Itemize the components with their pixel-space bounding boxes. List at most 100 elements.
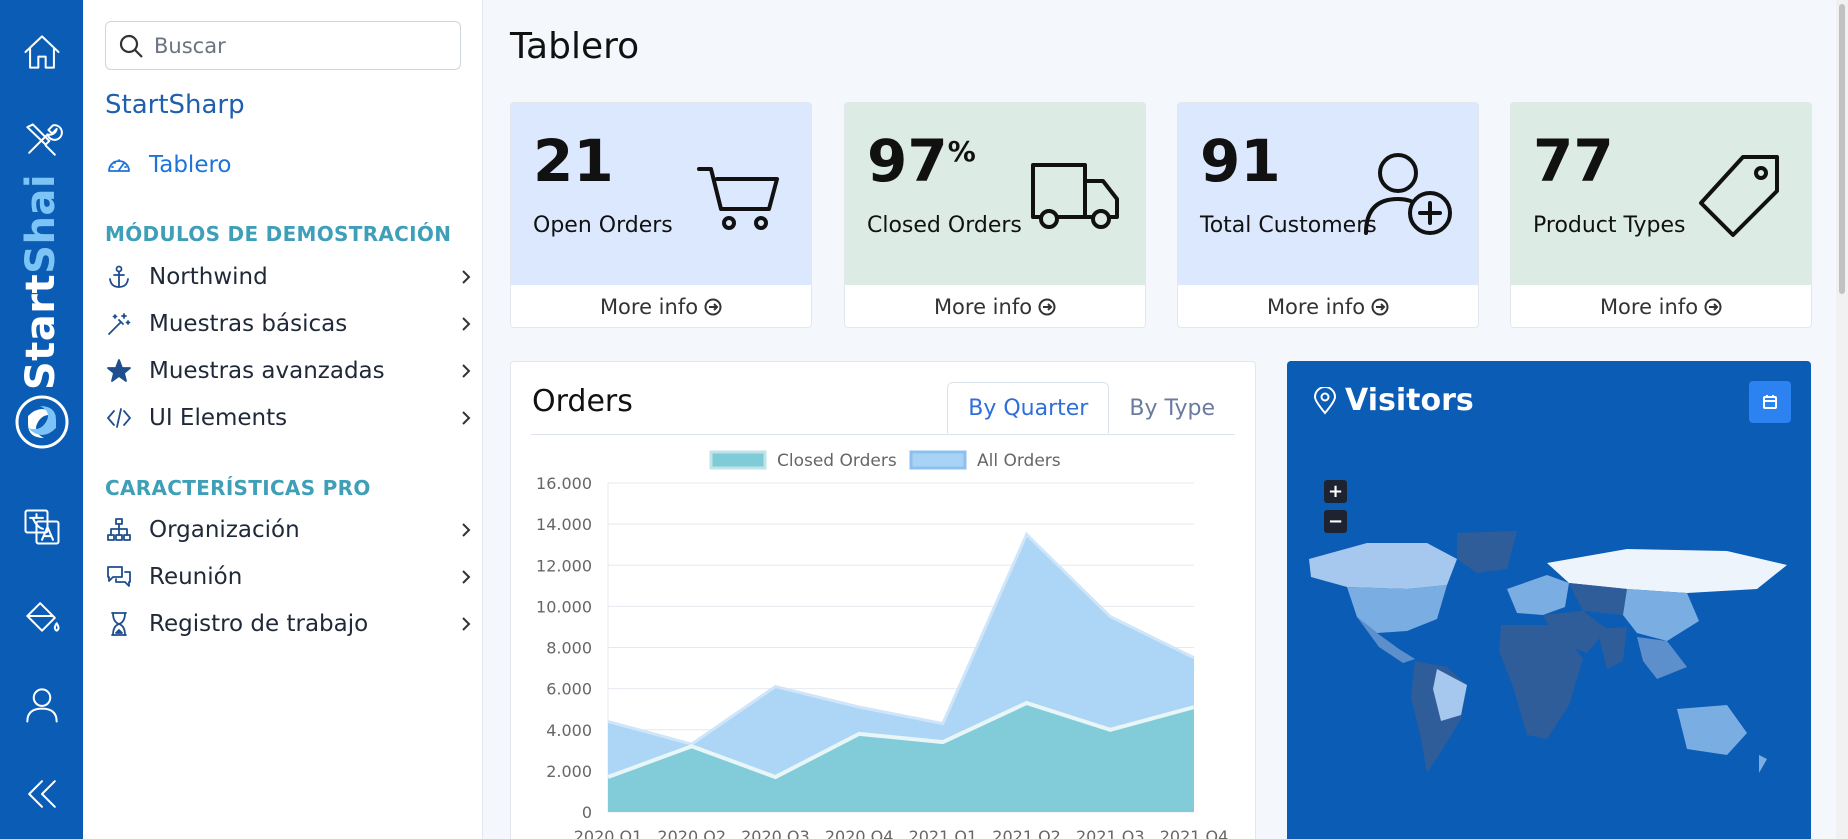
legend-label: Closed Orders (777, 451, 897, 471)
menu-item-label: Tablero (149, 152, 232, 178)
x-tick-label: 2020 Q3 (741, 827, 810, 839)
tab-by-type[interactable]: By Type (1109, 382, 1235, 434)
legend-swatch (909, 450, 967, 470)
stat-card-closed-orders: 97% Closed Orders More info (844, 102, 1146, 328)
tools-button[interactable] (0, 108, 83, 172)
menu-item-label: Organización (149, 517, 300, 543)
orders-tabs: By Quarter By Type (947, 382, 1235, 434)
home-button[interactable] (0, 20, 83, 84)
anchor-icon (105, 263, 133, 291)
home-icon (23, 35, 60, 69)
theme-button[interactable] (0, 584, 83, 648)
map-region-usa (1347, 585, 1447, 633)
card-value: 21 (533, 127, 614, 195)
orders-panel: Orders By Quarter By Type 0 2.000 4.000 6.0… (510, 361, 1256, 839)
menu-item-label: UI Elements (149, 405, 288, 431)
card-label: Product Types (1533, 213, 1686, 238)
code-icon (105, 404, 133, 432)
paint-bucket-icon (25, 602, 60, 632)
map-region-china (1623, 589, 1699, 641)
section-title-pro: CARACTERÍSTICAS PRO (105, 476, 371, 500)
x-tick-label: 2020 Q4 (825, 827, 894, 839)
chevron-right-icon (457, 615, 475, 633)
map-region-australia (1677, 705, 1747, 755)
arrow-circle-right-icon (1704, 298, 1722, 316)
search-box (105, 21, 461, 70)
y-tick-label: 0 (582, 803, 592, 822)
y-tick-label: 6.000 (546, 680, 592, 699)
calendar-icon (1763, 395, 1777, 409)
card-label: Closed Orders (867, 213, 1022, 238)
org-chart-icon (105, 516, 133, 544)
page-scrollbar[interactable] (1836, 0, 1848, 839)
menu-item-label: Muestras avanzadas (149, 358, 385, 384)
menu-item-tablero[interactable]: Tablero (105, 145, 475, 185)
tag-icon (1693, 147, 1789, 243)
tab-divider (531, 434, 1235, 435)
section-title-demo: MÓDULOS DE DEMOSTRACIÓN (105, 222, 452, 246)
more-info-link[interactable]: More info (1511, 285, 1811, 327)
search-icon (119, 34, 143, 58)
x-tick-label: 2020 Q1 (574, 827, 643, 839)
card-body: 77 Product Types (1511, 103, 1811, 285)
visitors-panel: Visitors + − (1287, 361, 1811, 839)
page-title: Tablero (510, 26, 640, 67)
chevron-right-icon (457, 315, 475, 333)
more-info-link[interactable]: More info (511, 285, 811, 327)
menu-item-ui-elements[interactable]: UI Elements (105, 398, 475, 438)
menu-item-label: Registro de trabajo (149, 611, 369, 637)
truck-icon (1027, 147, 1123, 243)
menu-item-organizacion[interactable]: Organización (105, 510, 475, 550)
map-region-canada (1309, 543, 1457, 589)
translate-button[interactable] (0, 495, 83, 559)
y-tick-label: 14.000 (536, 515, 592, 534)
orders-title: Orders (532, 384, 633, 419)
card-value: 91 (1200, 127, 1281, 195)
x-tick-label: 2021 Q1 (909, 827, 978, 839)
card-value: 77 (1533, 127, 1614, 195)
map-region-greenland (1457, 531, 1517, 573)
card-label: Total Customers (1200, 213, 1377, 238)
arrow-circle-right-icon (1038, 298, 1056, 316)
menu-item-muestras-avanzadas[interactable]: Muestras avanzadas (105, 351, 475, 391)
more-info-link[interactable]: More info (845, 285, 1145, 327)
search-input[interactable] (154, 33, 444, 58)
brand-vertical-text: StartShai (18, 173, 64, 391)
scrollbar-thumb[interactable] (1839, 4, 1845, 294)
side-brand-title: StartSharp (105, 90, 245, 120)
menu-item-northwind[interactable]: Northwind (105, 257, 475, 297)
calendar-button[interactable] (1749, 381, 1791, 423)
chevron-right-icon (457, 268, 475, 286)
menu-item-registro-trabajo[interactable]: Registro de trabajo (105, 604, 475, 644)
cart-icon (693, 147, 789, 243)
tab-by-quarter[interactable]: By Quarter (947, 382, 1110, 434)
collapse-button[interactable] (0, 762, 83, 826)
brand-logo-icon (15, 395, 69, 449)
translate-icon (23, 509, 60, 545)
y-tick-label: 12.000 (536, 556, 592, 575)
y-tick-label: 4.000 (546, 721, 592, 740)
orders-area-chart: 0 2.000 4.000 6.000 8.000 10.000 12.000 14.000 1… (536, 450, 1228, 839)
more-info-link[interactable]: More info (1178, 285, 1478, 327)
chat-bubbles-icon (105, 563, 133, 591)
menu-item-label: Muestras básicas (149, 311, 348, 337)
map-region-se-asia (1637, 637, 1687, 679)
arrow-circle-right-icon (704, 298, 722, 316)
menu-item-label: Reunión (149, 564, 243, 590)
magic-wand-icon (105, 310, 133, 338)
menu-item-muestras-basicas[interactable]: Muestras básicas (105, 304, 475, 344)
map-region-india (1597, 627, 1627, 669)
tools-icon (25, 123, 63, 156)
side-menu: StartSharp Tablero MÓDULOS DE DEMOSTRACI… (83, 0, 483, 839)
chevron-right-icon (457, 409, 475, 427)
map-zoom-in-button[interactable]: + (1324, 480, 1347, 503)
map-region-new-zealand (1759, 755, 1767, 773)
menu-item-reunion[interactable]: Reunión (105, 557, 475, 597)
world-map[interactable] (1307, 529, 1791, 829)
y-tick-label: 8.000 (546, 639, 592, 658)
map-region-europe (1507, 575, 1569, 615)
app-rail: StartShai (0, 0, 83, 839)
card-body: 97% Closed Orders (845, 103, 1145, 285)
profile-button[interactable] (0, 673, 83, 737)
double-chevron-left-icon (27, 780, 56, 808)
